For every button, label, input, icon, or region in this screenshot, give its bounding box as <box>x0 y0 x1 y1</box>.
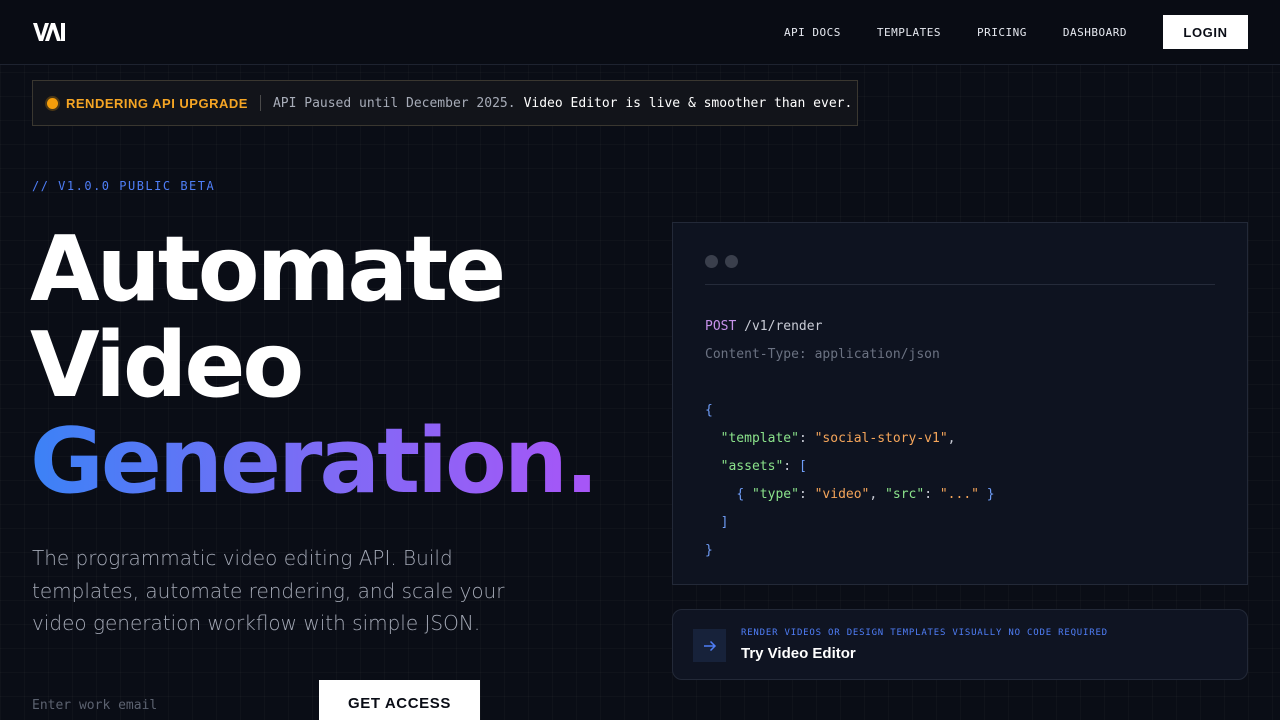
nav-pricing[interactable]: PRICING <box>977 26 1027 39</box>
email-input[interactable] <box>32 690 312 720</box>
logo-mark-icon <box>33 23 65 41</box>
status-dot-icon <box>47 97 58 109</box>
nav-templates[interactable]: TEMPLATES <box>877 26 941 39</box>
json-key-src: "src" <box>885 487 925 502</box>
get-access-button[interactable]: GET ACCESS <box>319 680 480 720</box>
announcement-highlight-text: Video Editor is live & smoother than eve… <box>523 95 853 111</box>
version-label: // V1.0.0 PUBLIC BETA <box>32 179 216 193</box>
endpoint-path: /v1/render <box>736 319 823 334</box>
headline-line-3: Generation. <box>30 409 599 514</box>
code-divider <box>705 284 1215 285</box>
arrow-button <box>693 629 726 662</box>
arrow-right-icon <box>703 640 716 651</box>
headline-line-1: Automate <box>30 217 506 322</box>
nav-api-docs[interactable]: API DOCS <box>784 26 841 39</box>
headline-line-2: Video <box>30 313 304 418</box>
announcement-tag: RENDERING API UPGRADE <box>66 95 248 111</box>
window-controls <box>705 255 745 268</box>
json-key-template: "template" <box>720 431 799 446</box>
content-type-header: Content-Type: application/json <box>705 347 940 362</box>
json-value-type: "video" <box>814 487 870 502</box>
json-value-src: "..." <box>939 487 979 502</box>
main-nav: API DOCS TEMPLATES PRICING DASHBOARD LOG… <box>748 15 1248 49</box>
try-video-editor-card[interactable]: RENDER VIDEOS OR DESIGN TEMPLATES VISUAL… <box>672 609 1248 680</box>
top-nav-bar: API DOCS TEMPLATES PRICING DASHBOARD LOG… <box>0 0 1280 65</box>
window-dot <box>705 255 718 268</box>
announcement-divider <box>259 95 261 111</box>
json-key-type: "type" <box>751 487 799 502</box>
hero-headline: Automate Video Generation. <box>30 217 599 514</box>
http-method: POST <box>705 319 737 334</box>
hero-description: The programmatic video editing API. Buil… <box>32 546 505 635</box>
editor-card-kicker: RENDER VIDEOS OR DESIGN TEMPLATES VISUAL… <box>741 628 1108 638</box>
logo[interactable] <box>32 20 66 44</box>
window-dot <box>725 255 738 268</box>
announcement-muted-text: API Paused until December 2025. <box>272 95 516 111</box>
json-value-template: "social-story-v1" <box>814 431 948 446</box>
code-panel: POST /v1/render Content-Type: applicatio… <box>672 222 1248 585</box>
code-block: POST /v1/render Content-Type: applicatio… <box>705 319 995 558</box>
announcement-banner[interactable]: RENDERING API UPGRADE API Paused until D… <box>32 80 858 126</box>
editor-card-title: Try Video Editor <box>741 645 856 662</box>
json-key-assets: "assets" <box>720 459 784 474</box>
login-button[interactable]: LOGIN <box>1163 15 1248 49</box>
nav-dashboard[interactable]: DASHBOARD <box>1063 26 1127 39</box>
